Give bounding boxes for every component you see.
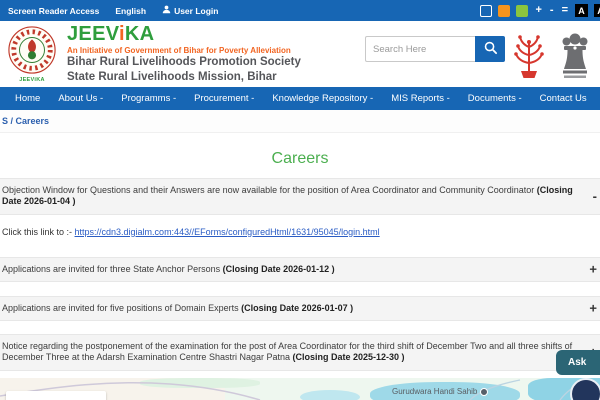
career-item-link-row: Click this link to :- https://cdn3.digia…	[0, 227, 600, 237]
nav-about-us[interactable]: About Us -	[49, 87, 112, 110]
contrast-dark-button[interactable]: A	[575, 4, 588, 17]
user-login-label: User Login	[174, 5, 219, 16]
bihar-govt-emblem-icon	[512, 33, 546, 84]
chat-avatar[interactable]	[570, 378, 600, 400]
career-item-domain-experts[interactable]: Applications are invited for five positi…	[0, 295, 600, 321]
theme-default-button[interactable]	[480, 4, 493, 17]
expand-icon[interactable]: +	[589, 263, 597, 276]
breadcrumb[interactable]: S / Careers	[2, 116, 49, 126]
career-item-text: Notice regarding the postponement of the…	[2, 341, 573, 363]
career-item-text: Applications are invited for three State…	[2, 263, 335, 274]
language-link[interactable]: English	[115, 6, 146, 16]
org-name-line2: State Rural Livelihoods Mission, Bihar	[67, 70, 277, 83]
theme-orange-button[interactable]	[498, 4, 511, 17]
search-input[interactable]	[365, 36, 475, 62]
nav-mis-reports[interactable]: MIS Reports -	[382, 87, 459, 110]
application-form-link[interactable]: https://cdn3.digialm.com:443//EForms/con…	[75, 227, 380, 237]
nav-career[interactable]: Career	[596, 87, 600, 110]
nav-home[interactable]: Home	[6, 87, 49, 110]
expand-icon[interactable]: +	[589, 302, 597, 315]
collapse-icon[interactable]: -	[593, 190, 597, 203]
jeevika-logo[interactable]: JEEViKA	[5, 25, 59, 83]
breadcrumb-bar: S / Careers	[0, 110, 600, 133]
site-header: JEEViKA JEEViKA An Initiative of Governm…	[0, 21, 600, 87]
nav-programms[interactable]: Programms -	[112, 87, 185, 110]
map-search-box[interactable]	[6, 391, 106, 400]
site-search	[365, 36, 505, 62]
search-button[interactable]	[475, 36, 505, 62]
career-item-text: Objection Window for Questions and their…	[2, 185, 573, 207]
ask-button[interactable]: Ask	[556, 350, 600, 375]
nav-procurement[interactable]: Procurement -	[185, 87, 263, 110]
footer-map[interactable]: Gurudwara Handi Sahib	[0, 378, 600, 400]
font-decrease-button[interactable]: -	[549, 5, 555, 16]
font-reset-button[interactable]: =	[561, 5, 569, 16]
map-poi-label[interactable]: Gurudwara Handi Sahib	[392, 387, 489, 396]
career-item-state-anchor-persons[interactable]: Applications are invited for three State…	[0, 256, 600, 282]
user-icon	[162, 5, 171, 16]
top-utility-bar: Screen Reader Access English User Login …	[0, 0, 600, 21]
jeevika-careers-page: Screen Reader Access English User Login …	[0, 0, 600, 400]
nav-contact-us[interactable]: Contact Us	[531, 87, 596, 110]
brand-title: JEEViKA	[67, 23, 155, 46]
map-poi-name: Gurudwara Handi Sahib	[392, 387, 478, 396]
nav-knowledge-repository[interactable]: Knowledge Repository -	[263, 87, 382, 110]
nav-documents[interactable]: Documents -	[459, 87, 531, 110]
main-nav: Home About Us - Programms - Procurement …	[0, 87, 600, 110]
org-name-line1: Bihar Rural Livelihoods Promotion Societ…	[67, 56, 301, 69]
screen-reader-access-link[interactable]: Screen Reader Access	[8, 6, 99, 16]
career-item-exam-postponement[interactable]: Notice regarding the postponement of the…	[0, 334, 600, 371]
link-prefix-text: Click this link to :-	[2, 226, 75, 237]
ashoka-emblem-icon	[560, 31, 590, 86]
brand-tagline: An Initiative of Government of Bihar for…	[67, 46, 291, 56]
search-icon	[483, 40, 498, 58]
contrast-light-button[interactable]: A	[594, 4, 600, 17]
page-title: Careers	[271, 150, 329, 167]
career-item-text: Applications are invited for five positi…	[2, 302, 354, 313]
font-increase-button[interactable]: +	[534, 5, 542, 16]
theme-green-button[interactable]	[516, 4, 529, 17]
user-login-link[interactable]: User Login	[162, 5, 218, 16]
career-item-objection-window[interactable]: Objection Window for Questions and their…	[0, 178, 600, 215]
map-pin-icon	[480, 387, 489, 396]
